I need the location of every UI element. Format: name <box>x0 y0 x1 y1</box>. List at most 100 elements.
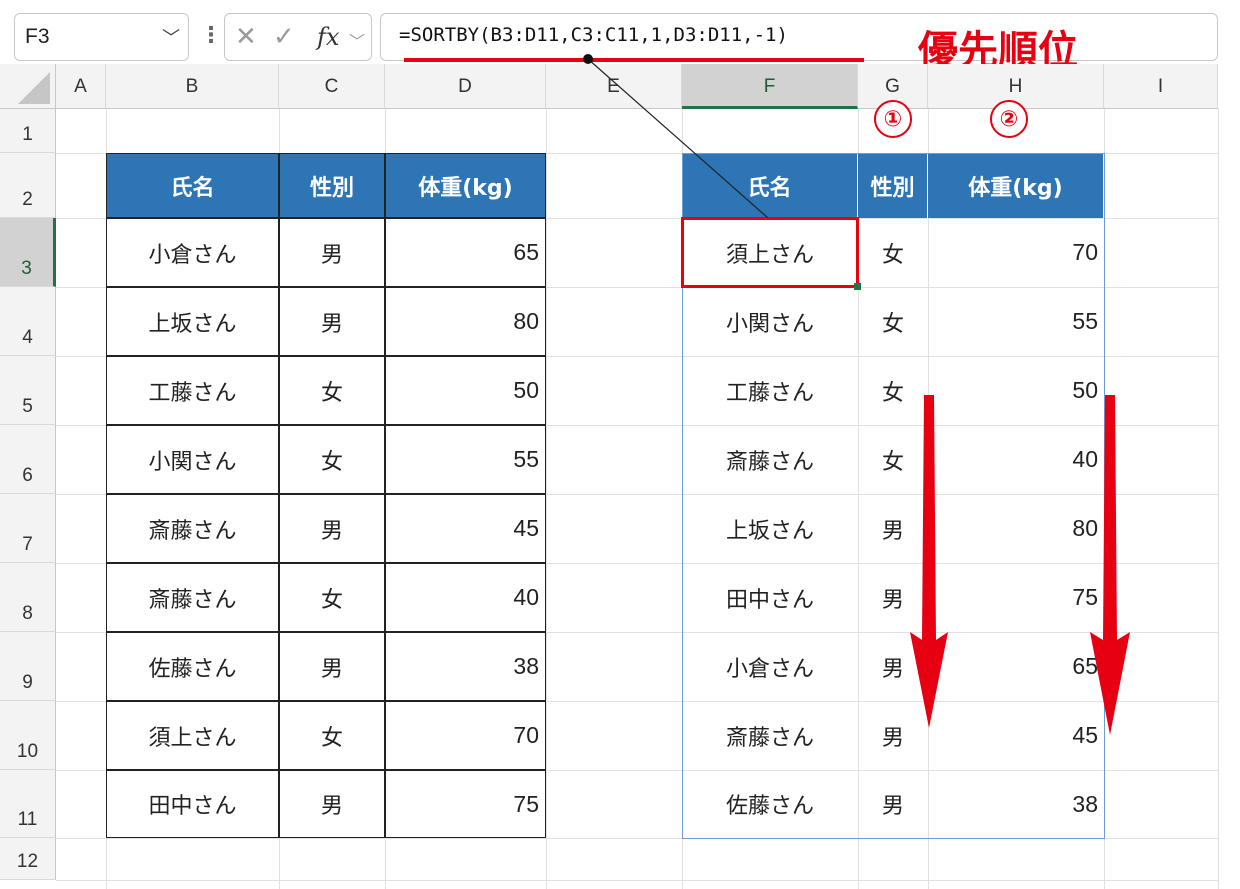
table-header-cell[interactable]: 氏名 <box>106 153 279 218</box>
table-cell[interactable]: 70 <box>385 701 546 770</box>
table-header-cell[interactable]: 性別 <box>858 153 928 218</box>
table-cell[interactable]: 小倉さん <box>682 632 858 701</box>
table-cell[interactable]: 佐藤さん <box>682 770 858 838</box>
more-options-icon[interactable]: ⋮ <box>200 14 222 58</box>
table-cell[interactable]: 男 <box>279 770 385 838</box>
formula-input[interactable]: =SORTBY(B3:D11,C3:C11,1,D3:D11,-1) <box>380 13 1218 61</box>
row-header-5[interactable]: 5 <box>0 356 56 425</box>
column-header-c[interactable]: C <box>279 64 385 109</box>
table-cell[interactable]: 斎藤さん <box>106 494 279 563</box>
grid-hline <box>56 880 1218 881</box>
row-header-9[interactable]: 9 <box>0 632 56 701</box>
formula-text: =SORTBY(B3:D11,C3:C11,1,D3:D11,-1) <box>399 24 788 46</box>
cancel-icon[interactable]: ✕ <box>235 22 257 52</box>
table-cell[interactable]: 75 <box>385 770 546 838</box>
table-cell[interactable]: 男 <box>858 701 928 770</box>
table-cell[interactable]: 小倉さん <box>106 218 279 287</box>
row-header-4[interactable]: 4 <box>0 287 56 356</box>
table-cell[interactable]: 女 <box>279 701 385 770</box>
table-cell[interactable]: 女 <box>279 563 385 632</box>
row-header-12[interactable]: 12 <box>0 838 56 880</box>
table-cell[interactable]: 38 <box>385 632 546 701</box>
row-number: 7 <box>22 534 33 555</box>
table-cell[interactable]: 65 <box>928 632 1104 701</box>
table-cell[interactable]: 男 <box>858 563 928 632</box>
row-header-11[interactable]: 11 <box>0 770 56 838</box>
row-number: 5 <box>22 396 33 417</box>
table-cell[interactable]: 45 <box>385 494 546 563</box>
table-cell[interactable]: 38 <box>928 770 1104 838</box>
formula-controls: ✕ ✓ fx ﹀ <box>224 13 372 61</box>
table-cell[interactable]: 65 <box>385 218 546 287</box>
table-cell[interactable]: 男 <box>858 494 928 563</box>
table-cell[interactable]: 80 <box>928 494 1104 563</box>
name-box[interactable]: F3 ﹀ <box>14 13 189 61</box>
table-cell[interactable]: 小関さん <box>106 425 279 494</box>
table-header-cell[interactable]: 体重(kg) <box>928 153 1104 218</box>
row-header-1[interactable]: 1 <box>0 109 56 153</box>
row-header-3[interactable]: 3 <box>0 218 56 287</box>
column-header-d[interactable]: D <box>385 64 546 109</box>
column-header-f[interactable]: F <box>682 64 858 109</box>
fill-handle[interactable] <box>854 283 861 290</box>
table-cell[interactable]: 須上さん <box>682 218 858 287</box>
row-header-6[interactable]: 6 <box>0 425 56 494</box>
table-cell[interactable]: 女 <box>858 356 928 425</box>
table-cell[interactable]: 上坂さん <box>106 287 279 356</box>
table-cell[interactable]: 上坂さん <box>682 494 858 563</box>
table-header-cell[interactable]: 性別 <box>279 153 385 218</box>
table-cell[interactable]: 女 <box>279 356 385 425</box>
table-cell[interactable]: 田中さん <box>682 563 858 632</box>
table-cell[interactable]: 55 <box>928 287 1104 356</box>
table-cell[interactable]: 75 <box>928 563 1104 632</box>
table-cell[interactable]: 田中さん <box>106 770 279 838</box>
table-cell[interactable]: 女 <box>858 218 928 287</box>
table-cell[interactable]: 男 <box>279 287 385 356</box>
table-cell[interactable]: 工藤さん <box>106 356 279 425</box>
table-cell[interactable]: 女 <box>858 287 928 356</box>
row-header-8[interactable]: 8 <box>0 563 56 632</box>
table-cell[interactable]: 80 <box>385 287 546 356</box>
table-cell[interactable]: 45 <box>928 701 1104 770</box>
row-header-2[interactable]: 2 <box>0 153 56 218</box>
row-header-7[interactable]: 7 <box>0 494 56 563</box>
table-cell[interactable]: 佐藤さん <box>106 632 279 701</box>
row-number: 9 <box>22 672 33 693</box>
row-number: 6 <box>22 465 33 486</box>
table-cell[interactable]: 男 <box>279 218 385 287</box>
table-cell[interactable]: 50 <box>928 356 1104 425</box>
select-all-corner[interactable] <box>0 64 56 109</box>
table-cell[interactable]: 斎藤さん <box>106 563 279 632</box>
table-cell[interactable]: 小関さん <box>682 287 858 356</box>
table-cell[interactable]: 55 <box>385 425 546 494</box>
chevron-down-icon[interactable]: ﹀ <box>349 28 365 52</box>
table-cell[interactable]: 斎藤さん <box>682 701 858 770</box>
table-cell[interactable]: 40 <box>928 425 1104 494</box>
table-cell[interactable]: 女 <box>858 425 928 494</box>
enter-icon[interactable]: ✓ <box>273 22 295 52</box>
grid-vline <box>1218 109 1219 889</box>
grid-vline <box>546 109 547 889</box>
table-cell[interactable]: 斎藤さん <box>682 425 858 494</box>
column-header-i[interactable]: I <box>1104 64 1218 109</box>
chevron-down-icon[interactable]: ﹀ <box>162 24 180 50</box>
name-box-value: F3 <box>25 25 50 48</box>
table-cell[interactable]: 男 <box>279 632 385 701</box>
column-header-e[interactable]: E <box>546 64 682 109</box>
row-header-10[interactable]: 10 <box>0 701 56 770</box>
table-cell[interactable]: 男 <box>858 770 928 838</box>
table-cell[interactable]: 女 <box>279 425 385 494</box>
column-header-b[interactable]: B <box>106 64 279 109</box>
table-cell[interactable]: 工藤さん <box>682 356 858 425</box>
table-cell[interactable]: 須上さん <box>106 701 279 770</box>
table-cell[interactable]: 50 <box>385 356 546 425</box>
table-header-cell[interactable]: 氏名 <box>682 153 858 218</box>
table-header-cell[interactable]: 体重(kg) <box>385 153 546 218</box>
table-cell[interactable]: 男 <box>858 632 928 701</box>
table-cell[interactable]: 40 <box>385 563 546 632</box>
formula-underline <box>404 58 864 62</box>
table-cell[interactable]: 70 <box>928 218 1104 287</box>
insert-function-icon[interactable]: fx <box>317 23 339 51</box>
column-header-a[interactable]: A <box>56 64 106 109</box>
table-cell[interactable]: 男 <box>279 494 385 563</box>
